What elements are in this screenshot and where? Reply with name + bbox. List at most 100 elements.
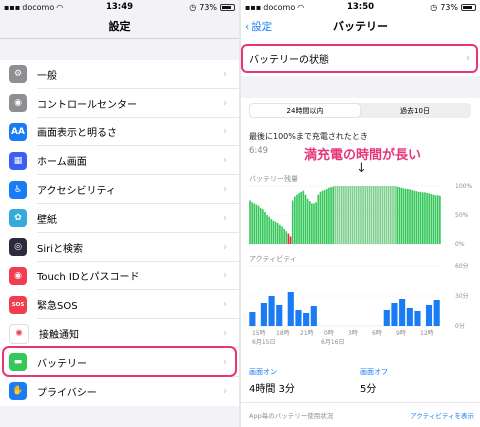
battery-bar [336, 186, 339, 244]
battery-bar [313, 203, 315, 244]
settings-row[interactable]: ◎ Siriと検索 › [0, 233, 239, 262]
battery-bar [298, 192, 300, 244]
chevron-right-icon: › [223, 328, 227, 340]
activity-bar [249, 312, 256, 326]
flower-icon: ✿ [9, 209, 27, 228]
battery-bar [366, 186, 369, 244]
activity-bar [287, 292, 294, 326]
chevron-right-icon: › [223, 270, 227, 282]
status-bar: ▪▪▪ docomo ◠ 13:49 ◷ 73% [0, 0, 239, 14]
battery-row-highlight [2, 346, 237, 377]
section-gap [241, 76, 480, 98]
settings-row-label: 一般 [37, 70, 57, 82]
chevron-right-icon: › [223, 385, 227, 397]
battery-bar [332, 186, 335, 244]
settings-row[interactable]: ◉ Touch IDとパスコード › [0, 262, 239, 291]
battery-bar [428, 193, 431, 244]
battery-bar [340, 186, 343, 244]
battery-bar [347, 186, 349, 244]
battery-bar [439, 195, 441, 244]
settings-row[interactable]: ♿ アクセシビリティ › [0, 175, 239, 204]
x-tick-label: 15時 [252, 329, 266, 337]
settings-row[interactable]: ⚙ 一般 › [0, 60, 239, 89]
battery-bar [259, 208, 262, 244]
battery-bar [291, 200, 294, 244]
x-tick-label: 3時 [348, 329, 358, 337]
settings-row-label: 接触通知 [39, 330, 79, 342]
y-tick-label: 0% [455, 241, 465, 248]
x-tick-label: 9時 [396, 329, 406, 337]
tab-10days[interactable]: 過去10日 [360, 104, 470, 117]
nav-divider [0, 38, 239, 39]
battery-bar [434, 195, 437, 244]
battery-bar [358, 186, 360, 244]
last-charge-label: 最後に100%まで充電されたとき [249, 132, 368, 141]
battery-bar [351, 186, 354, 244]
activity-bar [295, 310, 302, 326]
activity-bar [276, 305, 283, 326]
battery-bar [296, 194, 298, 244]
battery-bar [294, 196, 296, 244]
screen-off-label: 画面オフ [360, 368, 388, 376]
x-date-label: 6月16日 [321, 339, 344, 346]
battery-bar [330, 187, 332, 244]
y-tick-label: 30分 [455, 292, 469, 300]
battery-bar [360, 186, 362, 244]
x-date-label: 6月15日 [252, 339, 275, 346]
y-tick-label: 50% [455, 212, 469, 219]
show-activity-link[interactable]: アクティビティを表示 [410, 410, 474, 420]
battery-health-highlight [241, 44, 478, 73]
settings-row-label: Touch IDとパスコード [37, 272, 140, 284]
sos-icon: SOS [9, 295, 27, 314]
activity-bar [383, 310, 390, 326]
y-tick-label: 100% [455, 183, 472, 190]
settings-row-label: コントロールセンター [37, 99, 137, 111]
settings-row[interactable]: ◉ コントロールセンター › [0, 89, 239, 118]
battery-bar [317, 194, 320, 244]
app-usage-label: App毎のバッテリー使用状況 [249, 412, 334, 420]
tab-24h[interactable]: 24時間以内 [250, 104, 360, 117]
settings-row[interactable]: ✺ 接触通知 › [0, 319, 239, 348]
battery-bar [353, 186, 356, 244]
x-tick-label: 18時 [276, 329, 290, 337]
settings-row-label: アクセシビリティ [37, 186, 116, 198]
battery-bar [251, 202, 253, 244]
battery-bar [372, 186, 375, 244]
battery-bar [285, 231, 288, 244]
activity-chart: 60分 30分 0分 15時 18時 21時 0時 3時 6時 9時 12時 6月15日 6月16日 [249, 262, 469, 346]
rotation-lock-icon: ◷ [189, 2, 197, 12]
battery-bar [283, 228, 285, 244]
battery-bar [396, 186, 399, 244]
battery-bar [345, 186, 347, 244]
accessibility-icon: ♿ [9, 180, 27, 199]
chevron-right-icon: › [223, 155, 227, 167]
battery-bar [321, 190, 324, 244]
battery-bar [315, 202, 317, 244]
battery-bar [402, 188, 405, 244]
battery-bar [436, 195, 439, 244]
battery-bar [370, 186, 373, 244]
battery-bar [394, 186, 396, 244]
activity-bar [310, 306, 317, 326]
battery-bar [253, 203, 256, 244]
battery-bar [255, 204, 258, 244]
battery-percent: 73% [199, 2, 217, 12]
chevron-right-icon: › [223, 184, 227, 196]
status-bar: ▪▪▪ docomo ◠ 13:50 ◷ 73% [241, 0, 480, 14]
chevron-right-icon: › [223, 299, 227, 311]
rotation-lock-icon: ◷ [430, 2, 438, 12]
settings-row[interactable]: ✋ プライバシー › [0, 377, 239, 406]
battery-bar [404, 188, 407, 244]
settings-row[interactable]: ✿ 壁紙 › [0, 204, 239, 233]
fingerprint-icon: ◉ [9, 266, 27, 285]
settings-row[interactable]: SOS 緊急SOS › [0, 290, 239, 320]
settings-screen: ▪▪▪ docomo ◠ 13:49 ◷ 73% 設定 ⚙ 一般 › ◉ コントロールセ… [0, 0, 239, 427]
activity-bar [391, 303, 398, 326]
annotation-arrow: ↓ [356, 161, 367, 176]
activity-bar [399, 299, 406, 326]
page-title: 設定 [108, 20, 131, 33]
settings-row[interactable]: ▦ ホーム画面 › [0, 146, 239, 176]
battery-bar [319, 191, 322, 244]
battery-bar [302, 190, 305, 244]
settings-row[interactable]: AA 画面表示と明るさ › [0, 118, 239, 147]
